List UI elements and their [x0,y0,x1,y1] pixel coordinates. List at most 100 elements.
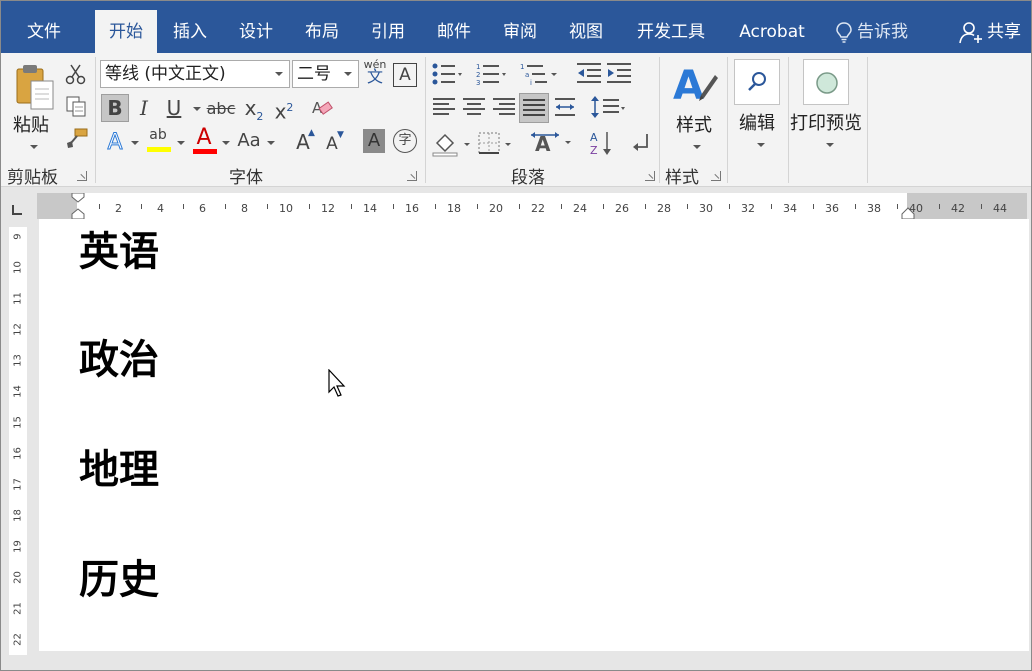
paste-icon[interactable] [11,63,59,111]
line-spacing-icon[interactable] [589,95,625,121]
highlight-button[interactable]: ab [145,125,171,152]
bold-button[interactable]: B [101,94,129,122]
tab-file[interactable]: 文件 [21,1,67,53]
ruler-number: 38 [867,202,881,215]
justify-icon[interactable] [519,93,549,123]
subscript-button[interactable]: x2 [241,95,267,130]
chinese-layout-icon[interactable]: A [531,129,575,157]
tab-insert[interactable]: 插入 [167,1,213,53]
editing-icon-frame[interactable] [734,59,780,105]
share-button[interactable]: 共享 [959,1,1021,53]
heading-english[interactable]: 英语 [79,219,159,277]
styles-icon[interactable]: A [671,61,719,109]
font-launcher-icon[interactable] [407,171,417,181]
print-preview-label[interactable]: 打印预览 [790,109,862,135]
highlight-dropdown-icon[interactable] [177,141,185,145]
shading-icon[interactable] [431,131,471,157]
borders-icon[interactable] [477,131,517,157]
group-divider [788,57,789,183]
font-color-button[interactable]: A [191,125,217,154]
styles-launcher-icon[interactable] [711,171,721,181]
tab-developer[interactable]: 开发工具 [629,1,713,53]
superscript-button[interactable]: x2 [271,95,297,125]
paste-label[interactable]: 粘贴 [13,111,49,137]
tell-me-box[interactable]: 告诉我 [835,1,908,53]
svg-text:1: 1 [520,63,524,71]
print-preview-dropdown-icon[interactable] [826,143,834,147]
character-shading-button[interactable]: A [363,129,385,153]
font-name-combo[interactable]: 等线 (中文正文) [100,60,290,88]
decrease-indent-icon[interactable] [575,61,603,87]
sort-icon[interactable]: A Z [589,129,615,157]
phonetic-guide-button[interactable]: wén 文 [363,59,387,85]
heading-politics[interactable]: 政治 [79,327,159,385]
align-center-icon[interactable] [461,95,487,121]
paste-dropdown-icon[interactable] [30,145,38,149]
copy-icon[interactable] [65,95,87,117]
tab-view[interactable]: 视图 [563,1,609,53]
change-case-button[interactable]: Aa [235,129,263,153]
svg-text:2: 2 [476,71,480,79]
increase-indent-icon[interactable] [605,61,633,87]
document-page[interactable]: 英语 政治 地理 历史 [39,219,1029,651]
text-effects-dropdown-icon[interactable] [131,141,139,145]
editing-label[interactable]: 编辑 [739,109,775,135]
multilevel-list-icon[interactable]: 1 a i [519,61,561,87]
ruler-number: 10 [279,202,293,215]
ruler-tick [477,204,478,209]
ruler-tick [519,204,520,209]
font-size-combo[interactable]: 二号 [292,60,359,88]
ruler-number: 36 [825,202,839,215]
font-color-dropdown-icon[interactable] [222,141,230,145]
font-name-dropdown-icon[interactable] [275,72,283,76]
bullets-icon[interactable] [431,61,463,87]
tab-home[interactable]: 开始 [95,10,157,53]
enclose-characters-button[interactable]: 字 [393,129,417,153]
horizontal-ruler[interactable]: 2 4 6 8 10 12 14 16 18 20 22 24 26 28 30 32 34 36 38 40 42 44 [37,193,1027,219]
clear-formatting-icon[interactable]: A [311,97,333,119]
align-left-icon[interactable] [431,95,457,121]
font-size-dropdown-icon[interactable] [344,72,352,76]
paragraph-launcher-icon[interactable] [645,171,655,181]
tab-selector-icon[interactable] [7,200,27,220]
clipboard-launcher-icon[interactable] [77,171,87,181]
ruler-number: 26 [615,202,629,215]
tab-layout[interactable]: 布局 [299,1,345,53]
cut-icon[interactable] [65,63,87,85]
ruler-tick [561,204,562,209]
svg-text:i: i [530,79,532,87]
distributed-icon[interactable] [553,95,577,121]
tab-acrobat[interactable]: Acrobat [733,1,811,53]
italic-button[interactable]: I [133,95,155,121]
underline-dropdown-icon[interactable] [193,107,201,111]
styles-dropdown-icon[interactable] [693,145,701,149]
heading-geography[interactable]: 地理 [79,437,159,495]
underline-button[interactable]: U [163,95,185,121]
tab-references[interactable]: 引用 [365,1,411,53]
shrink-font-button[interactable]: A ▼ [321,130,344,155]
tab-design[interactable]: 设计 [233,1,279,53]
first-line-indent-marker-icon[interactable] [71,193,85,219]
tell-me-label: 告诉我 [857,22,908,42]
strikethrough-button[interactable]: abc [206,97,236,121]
numbering-icon[interactable]: 1 2 3 [475,61,507,87]
show-formatting-marks-icon[interactable] [629,131,655,157]
print-preview-icon-frame[interactable] [803,59,849,105]
grow-font-button[interactable]: A ▲ [291,128,315,155]
share-label: 共享 [987,22,1021,42]
vertical-ruler[interactable]: 9 10 11 12 13 14 15 16 17 18 19 20 21 22 [9,227,27,655]
format-painter-icon[interactable] [65,127,89,149]
editing-dropdown-icon[interactable] [757,143,765,147]
text-effects-button[interactable]: A [103,129,127,157]
svg-text:a: a [525,71,529,79]
ruler-tick [99,204,100,209]
character-border-button[interactable]: A [393,63,417,87]
svg-text:Z: Z [590,144,598,157]
styles-button-label[interactable]: 样式 [676,111,712,137]
align-right-icon[interactable] [491,95,517,121]
tab-mailings[interactable]: 邮件 [431,1,477,53]
tab-review[interactable]: 审阅 [497,1,543,53]
shrink-arrow-icon: ▼ [337,130,344,140]
heading-history[interactable]: 历史 [79,547,159,605]
change-case-dropdown-icon[interactable] [267,141,275,145]
